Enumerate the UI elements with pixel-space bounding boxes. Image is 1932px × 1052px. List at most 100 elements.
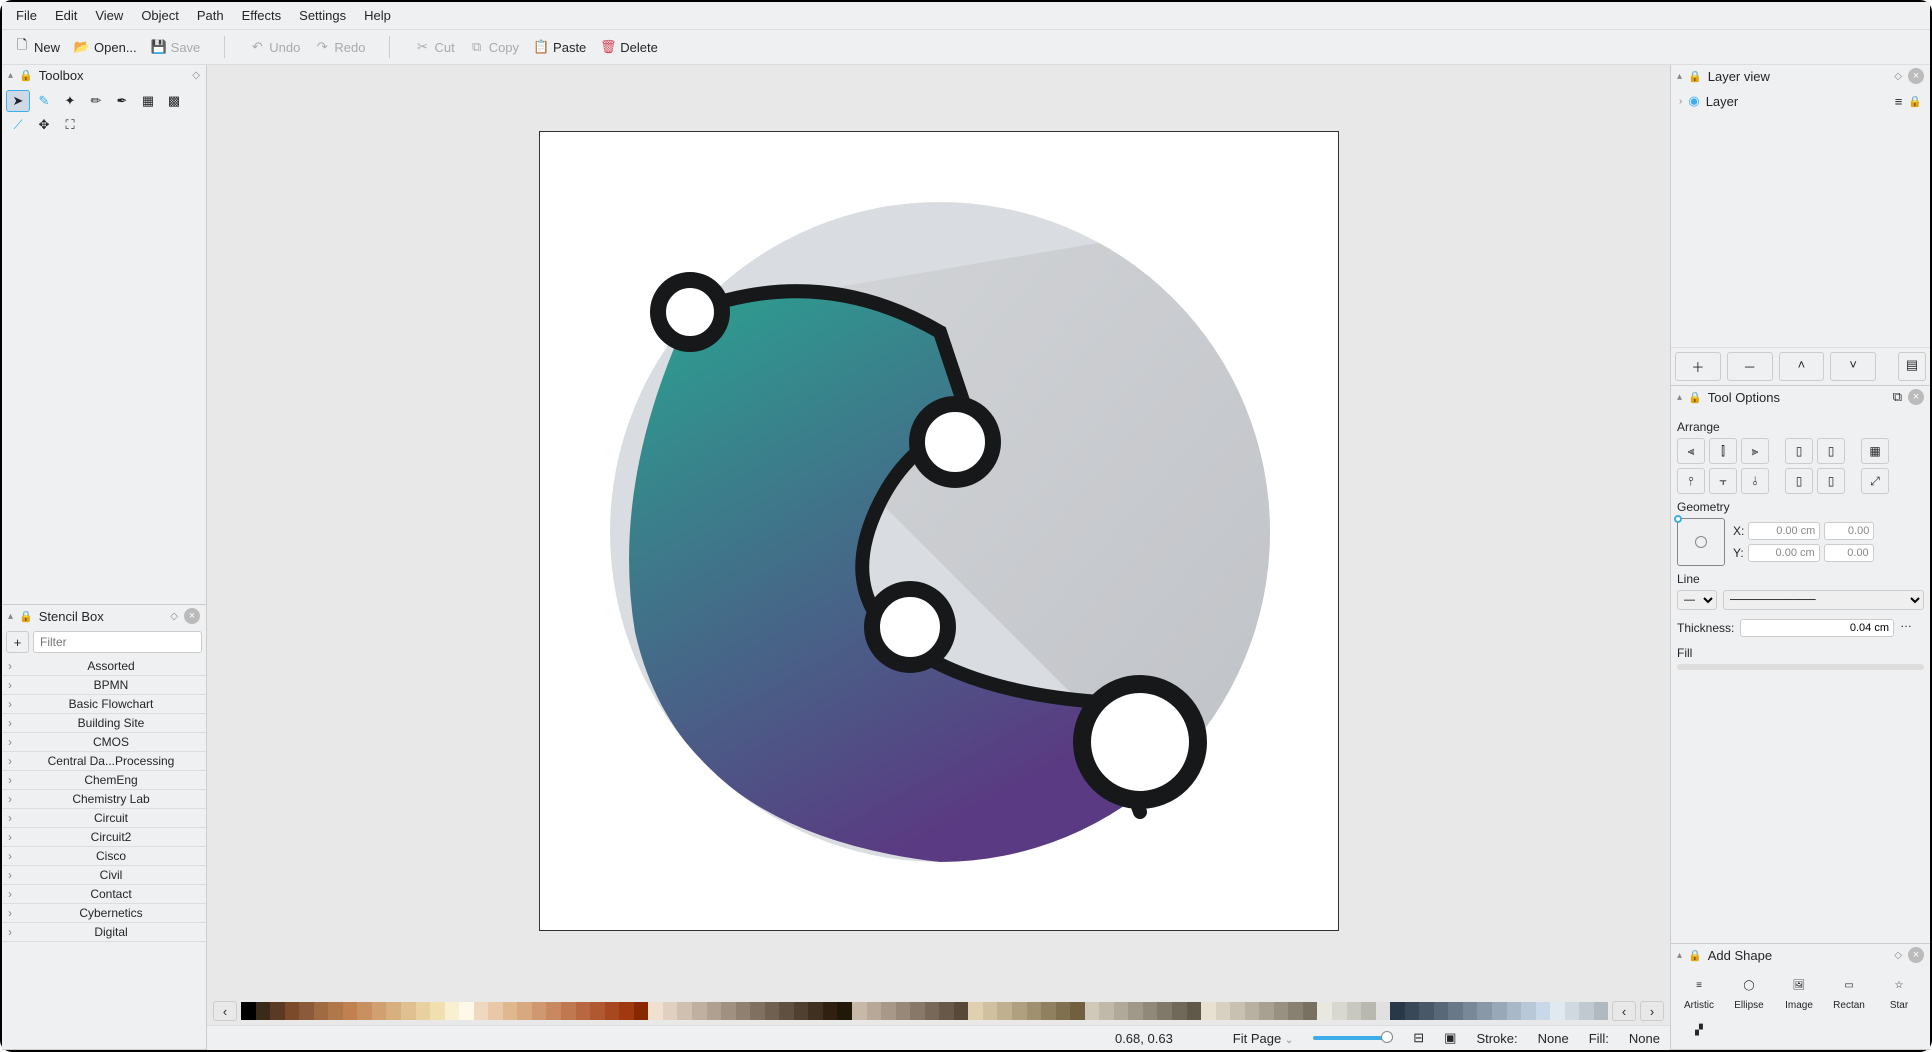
x-input[interactable]: [1748, 522, 1820, 540]
stencil-item[interactable]: ›Central Da...Processing: [2, 752, 206, 771]
swatch[interactable]: [1390, 1002, 1405, 1020]
swatch[interactable]: [736, 1002, 751, 1020]
menu-settings[interactable]: Settings: [299, 8, 346, 23]
close-icon[interactable]: ×: [1908, 947, 1924, 963]
zoom-slider[interactable]: [1313, 1036, 1393, 1040]
tool-options-header[interactable]: ▴ 🔒 Tool Options ⧉ ×: [1671, 386, 1930, 408]
stencil-item[interactable]: ›CMOS: [2, 733, 206, 752]
shape-star[interactable]: ☆Star: [1877, 972, 1921, 1011]
swatch[interactable]: [997, 1002, 1012, 1020]
swatch[interactable]: [1288, 1002, 1303, 1020]
swatch[interactable]: [867, 1002, 882, 1020]
align-hcenter-button[interactable]: ⫿: [1709, 438, 1737, 464]
swatch[interactable]: [488, 1002, 503, 1020]
swatch[interactable]: [1303, 1002, 1318, 1020]
stencil-item[interactable]: ›Cisco: [2, 847, 206, 866]
align-right-button[interactable]: ⫸: [1741, 438, 1769, 464]
swatch[interactable]: [852, 1002, 867, 1020]
layer-down-button[interactable]: ˅: [1830, 352, 1876, 381]
swatch[interactable]: [1565, 1002, 1580, 1020]
swatch[interactable]: [605, 1002, 620, 1020]
save-button[interactable]: 💾Save: [151, 39, 201, 55]
swatch[interactable]: [532, 1002, 547, 1020]
swatch[interactable]: [1085, 1002, 1100, 1020]
swatch[interactable]: [1172, 1002, 1187, 1020]
align-bottom-button[interactable]: ⫰: [1741, 468, 1769, 494]
swatch[interactable]: [546, 1002, 561, 1020]
menu-path[interactable]: Path: [197, 8, 224, 23]
delete-button[interactable]: 🗑Delete: [600, 39, 658, 55]
tool-pointer[interactable]: ➤: [6, 90, 30, 112]
swatch[interactable]: [517, 1002, 532, 1020]
swatch[interactable]: [1448, 1002, 1463, 1020]
stencil-item[interactable]: ›BPMN: [2, 676, 206, 695]
swatch[interactable]: [794, 1002, 809, 1020]
swatch[interactable]: [299, 1002, 314, 1020]
stencil-item[interactable]: ›Circuit: [2, 809, 206, 828]
shape-rect[interactable]: ▭Rectan: [1827, 972, 1871, 1011]
swatch[interactable]: [1419, 1002, 1434, 1020]
swatch[interactable]: [1070, 1002, 1085, 1020]
swatch[interactable]: [881, 1002, 896, 1020]
anchor-widget[interactable]: [1677, 518, 1725, 566]
y-input[interactable]: [1748, 544, 1820, 562]
menu-object[interactable]: Object: [141, 8, 179, 23]
tool-gradient[interactable]: ▦: [136, 90, 160, 112]
align-vcenter-button[interactable]: ⫟: [1709, 468, 1737, 494]
tool-calligraphy[interactable]: ✒: [110, 90, 134, 112]
stencil-add-button[interactable]: +: [6, 631, 29, 653]
palette-prev[interactable]: ‹: [213, 1001, 237, 1021]
undo-button[interactable]: ↶Undo: [249, 39, 300, 55]
fit-page-button[interactable]: Fit Page ⌄: [1233, 1031, 1293, 1046]
swatch[interactable]: [1507, 1002, 1522, 1020]
swatch[interactable]: [1259, 1002, 1274, 1020]
swatch[interactable]: [1463, 1002, 1478, 1020]
swatch[interactable]: [968, 1002, 983, 1020]
color-palette[interactable]: [241, 1002, 1608, 1020]
stencil-filter-input[interactable]: [33, 631, 202, 653]
swatch[interactable]: [256, 1002, 271, 1020]
swatch[interactable]: [1128, 1002, 1143, 1020]
zoom-out-icon[interactable]: ⊟: [1413, 1030, 1424, 1046]
add-shape-header[interactable]: ▴ 🔒 Add Shape ◇ ×: [1671, 944, 1930, 966]
tool-pan[interactable]: ✥: [32, 114, 56, 136]
open-button[interactable]: 📂Open...: [74, 39, 137, 55]
swatch[interactable]: [1579, 1002, 1594, 1020]
layer-up-button[interactable]: ˄: [1779, 352, 1825, 381]
fill-value[interactable]: None: [1629, 1031, 1660, 1046]
swatch[interactable]: [328, 1002, 343, 1020]
swatch[interactable]: [1143, 1002, 1158, 1020]
palette-next[interactable]: ›: [1640, 1001, 1664, 1021]
copy-button[interactable]: ⧉Copy: [469, 39, 519, 55]
swatch[interactable]: [808, 1002, 823, 1020]
dist-h-left-button[interactable]: ▯: [1785, 438, 1813, 464]
swatch[interactable]: [314, 1002, 329, 1020]
thickness-input[interactable]: [1740, 619, 1894, 637]
stencil-item[interactable]: ›Contact: [2, 885, 206, 904]
swatch[interactable]: [692, 1002, 707, 1020]
swatch[interactable]: [1594, 1002, 1609, 1020]
swatch[interactable]: [1477, 1002, 1492, 1020]
shape-ellipse[interactable]: ◯Ellipse: [1727, 972, 1771, 1011]
swatch[interactable]: [663, 1002, 678, 1020]
swatch[interactable]: [1536, 1002, 1551, 1020]
align-left-button[interactable]: ⫷: [1677, 438, 1705, 464]
line-cap-select[interactable]: —: [1677, 590, 1717, 610]
swatch[interactable]: [823, 1002, 838, 1020]
swatch[interactable]: [386, 1002, 401, 1020]
zoom-thumb[interactable]: [1381, 1031, 1393, 1043]
swatch[interactable]: [343, 1002, 358, 1020]
new-button[interactable]: 🗋New: [14, 39, 60, 55]
swatch[interactable]: [561, 1002, 576, 1020]
swatch[interactable]: [954, 1002, 969, 1020]
swatch[interactable]: [1041, 1002, 1056, 1020]
swatch[interactable]: [779, 1002, 794, 1020]
swatch[interactable]: [416, 1002, 431, 1020]
layer-add-button[interactable]: ＋: [1675, 352, 1721, 381]
swatch[interactable]: [459, 1002, 474, 1020]
swatch[interactable]: [1405, 1002, 1420, 1020]
swatch[interactable]: [1492, 1002, 1507, 1020]
dist-h-right-button[interactable]: ▯: [1817, 438, 1845, 464]
swatch[interactable]: [1332, 1002, 1347, 1020]
close-icon[interactable]: ×: [184, 608, 200, 624]
